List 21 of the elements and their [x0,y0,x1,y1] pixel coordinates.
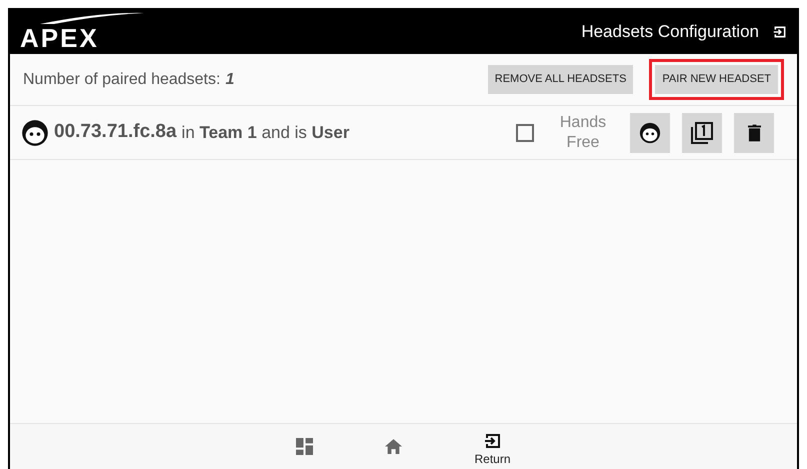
headset-address: 00.73.71.fc.8a [54,120,177,144]
return-icon [484,432,502,450]
hands-free-checkbox[interactable] [516,124,534,142]
team-button[interactable] [682,112,722,152]
home-icon[interactable] [385,439,402,454]
return-button[interactable]: Return [474,426,511,468]
hands-free-label: Hands Free [558,112,608,152]
face-icon [21,118,49,146]
exit-icon[interactable] [773,25,787,39]
page-title: Headsets Configuration [581,21,759,44]
headset-button[interactable] [630,112,670,152]
trash-icon [748,124,760,142]
headset-details: in Team 1 and is User [182,122,350,144]
delete-button[interactable] [734,112,774,152]
dashboard-icon[interactable] [296,438,314,455]
toolbar-button[interactable]: PAIR NEW HEADSET [649,59,784,100]
face-icon [639,122,661,144]
numbered-layers-icon [690,120,714,144]
paired-count: 1 [225,70,234,90]
logo: APEX [20,12,144,52]
paired-count-label: Number of paired headsets: [23,70,220,90]
